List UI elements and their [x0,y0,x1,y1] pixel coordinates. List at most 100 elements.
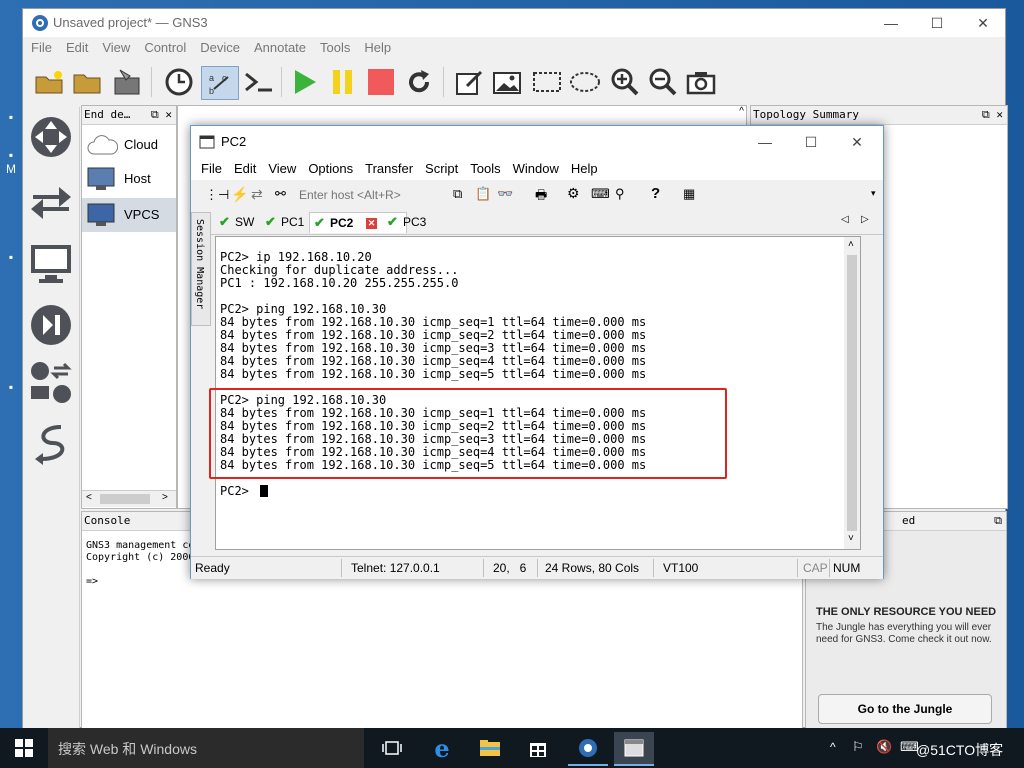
reconnect-icon[interactable]: ⇄ [251,186,263,203]
paste-icon[interactable]: 📋 [475,186,491,202]
stop-all-icon[interactable] [365,66,397,98]
scroll-up-icon[interactable]: ˄ [848,239,854,250]
panel-float-icon[interactable]: ⧉ [994,512,1002,530]
toolbar-dropdown-icon[interactable]: ▾ [871,188,876,199]
keymap-icon[interactable]: ⌨ [591,186,610,202]
snapshot-clock-icon[interactable] [163,66,195,98]
screenshot-camera-icon[interactable] [685,66,717,98]
scroll-right-icon[interactable]: > [162,492,168,503]
add-note-icon[interactable] [453,66,485,98]
copy-icon[interactable]: ⧉ [453,186,462,202]
quick-connect-icon[interactable]: ⚡ [231,186,248,203]
menu-tools[interactable]: Tools [470,158,500,180]
draw-ellipse-icon[interactable] [569,66,601,98]
suspend-all-icon[interactable] [327,66,359,98]
desktop-icon-fragment[interactable]: ▪ [0,148,22,162]
taskbar-search-box[interactable]: 搜索 Web 和 Windows [48,728,364,768]
scroll-up-icon[interactable]: ^ [739,106,744,117]
save-project-icon[interactable] [111,66,143,98]
desktop-icon-fragment[interactable]: ▪ [0,250,22,264]
pc2-minimize-button[interactable]: — [743,128,787,156]
find-icon[interactable]: 👓 [497,186,513,202]
task-view-icon[interactable] [372,732,412,764]
host-input[interactable] [297,185,441,205]
console-all-icon[interactable] [243,66,275,98]
open-project-icon[interactable] [71,66,103,98]
scroll-thumb[interactable] [847,255,857,531]
connect-icon[interactable]: ⋮⊣ [205,187,229,203]
scroll-left-icon[interactable]: < [86,492,92,503]
panel-hscrollbar[interactable]: < > [82,490,176,507]
start-windows-icon[interactable] [4,732,44,764]
tray-chevron-icon[interactable]: ^ [830,740,836,754]
reload-all-icon[interactable] [403,66,435,98]
menu-transfer[interactable]: Transfer [365,158,413,180]
zoom-out-icon[interactable] [647,66,679,98]
settings-gear-icon[interactable]: ⚙ [567,185,580,202]
menu-script[interactable]: Script [425,158,458,180]
panel-close-icon[interactable]: ⧉ ✕ [151,106,172,124]
go-to-jungle-button[interactable]: Go to the Jungle [818,694,992,724]
menu-view[interactable]: View [102,37,130,59]
scroll-thumb[interactable] [100,494,150,504]
zoom-in-icon[interactable] [609,66,641,98]
tab-pc3[interactable]: ✔ PC3 [383,212,432,232]
desktop-icon-fragment[interactable]: ▪ [0,110,22,124]
session-options-icon[interactable]: ▦ [683,186,695,202]
menu-file[interactable]: File [201,158,222,180]
tab-sw[interactable]: ✔ SW [215,212,260,232]
routers-icon[interactable] [27,113,75,161]
menu-options[interactable]: Options [308,158,353,180]
minimize-button[interactable]: — [869,9,913,37]
insert-picture-icon[interactable] [491,66,523,98]
device-vpcs[interactable]: VPCS [82,198,176,232]
menu-tools[interactable]: Tools [320,37,350,59]
tray-volume-muted-icon[interactable]: 🔇 [876,739,892,755]
scroll-down-icon[interactable]: ˅ [848,533,854,544]
session-manager-tab[interactable]: Session Manager [191,212,211,326]
new-project-icon[interactable] [33,66,65,98]
console-output[interactable]: GNS3 management co Copyright (c) 2006 => [86,540,194,588]
end-devices-icon[interactable] [27,239,75,287]
panel-close-icon[interactable]: ⧉ ✕ [982,106,1003,124]
menu-file[interactable]: File [31,37,52,59]
disconnect-icon[interactable]: ⚯ [275,186,286,202]
security-devices-icon[interactable] [27,301,75,349]
tab-pc1[interactable]: ✔ PC1 [261,212,310,232]
add-link-icon[interactable] [27,419,75,467]
pc2-close-button[interactable]: ✕ [835,128,879,156]
start-all-icon[interactable] [289,66,321,98]
file-explorer-icon[interactable] [470,732,510,764]
device-host[interactable]: Host [82,162,176,196]
store-icon[interactable] [518,732,558,764]
tab-close-icon[interactable]: ✕ [366,218,377,229]
draw-rectangle-icon[interactable] [531,66,563,98]
menu-help[interactable]: Help [364,37,391,59]
menu-edit[interactable]: Edit [66,37,88,59]
menu-device[interactable]: Device [200,37,240,59]
securecrt-taskbar-icon[interactable] [614,732,654,766]
menu-view[interactable]: View [268,158,296,180]
sftp-icon[interactable]: ⚲ [615,186,625,202]
gns3-taskbar-icon[interactable] [568,732,608,766]
all-devices-icon[interactable] [27,359,75,407]
show-interface-labels-icon[interactable]: acb [201,66,239,100]
desktop-icon-fragment[interactable]: ▪ [0,380,22,394]
tray-people-icon[interactable]: ⚐ [852,739,864,755]
menu-annotate[interactable]: Annotate [254,37,306,59]
pc2-maximize-button[interactable]: ☐ [789,128,833,156]
help-icon[interactable]: ? [651,185,660,202]
tab-scroll-left-icon[interactable]: ◁ [841,214,849,225]
edge-browser-icon[interactable]: e [422,732,462,764]
device-cloud[interactable]: Cloud [82,128,176,162]
maximize-button[interactable]: ☐ [915,9,959,37]
menu-control[interactable]: Control [144,37,186,59]
switches-icon[interactable] [27,177,75,225]
close-button[interactable]: ✕ [961,9,1005,37]
menu-help[interactable]: Help [571,158,598,180]
menu-edit[interactable]: Edit [234,158,256,180]
tab-scroll-right-icon[interactable]: ▷ [861,214,869,225]
terminal-vscrollbar[interactable]: ˄ ˅ [844,237,860,549]
print-icon[interactable]: 🖶 [535,186,547,208]
menu-window[interactable]: Window [513,158,559,180]
